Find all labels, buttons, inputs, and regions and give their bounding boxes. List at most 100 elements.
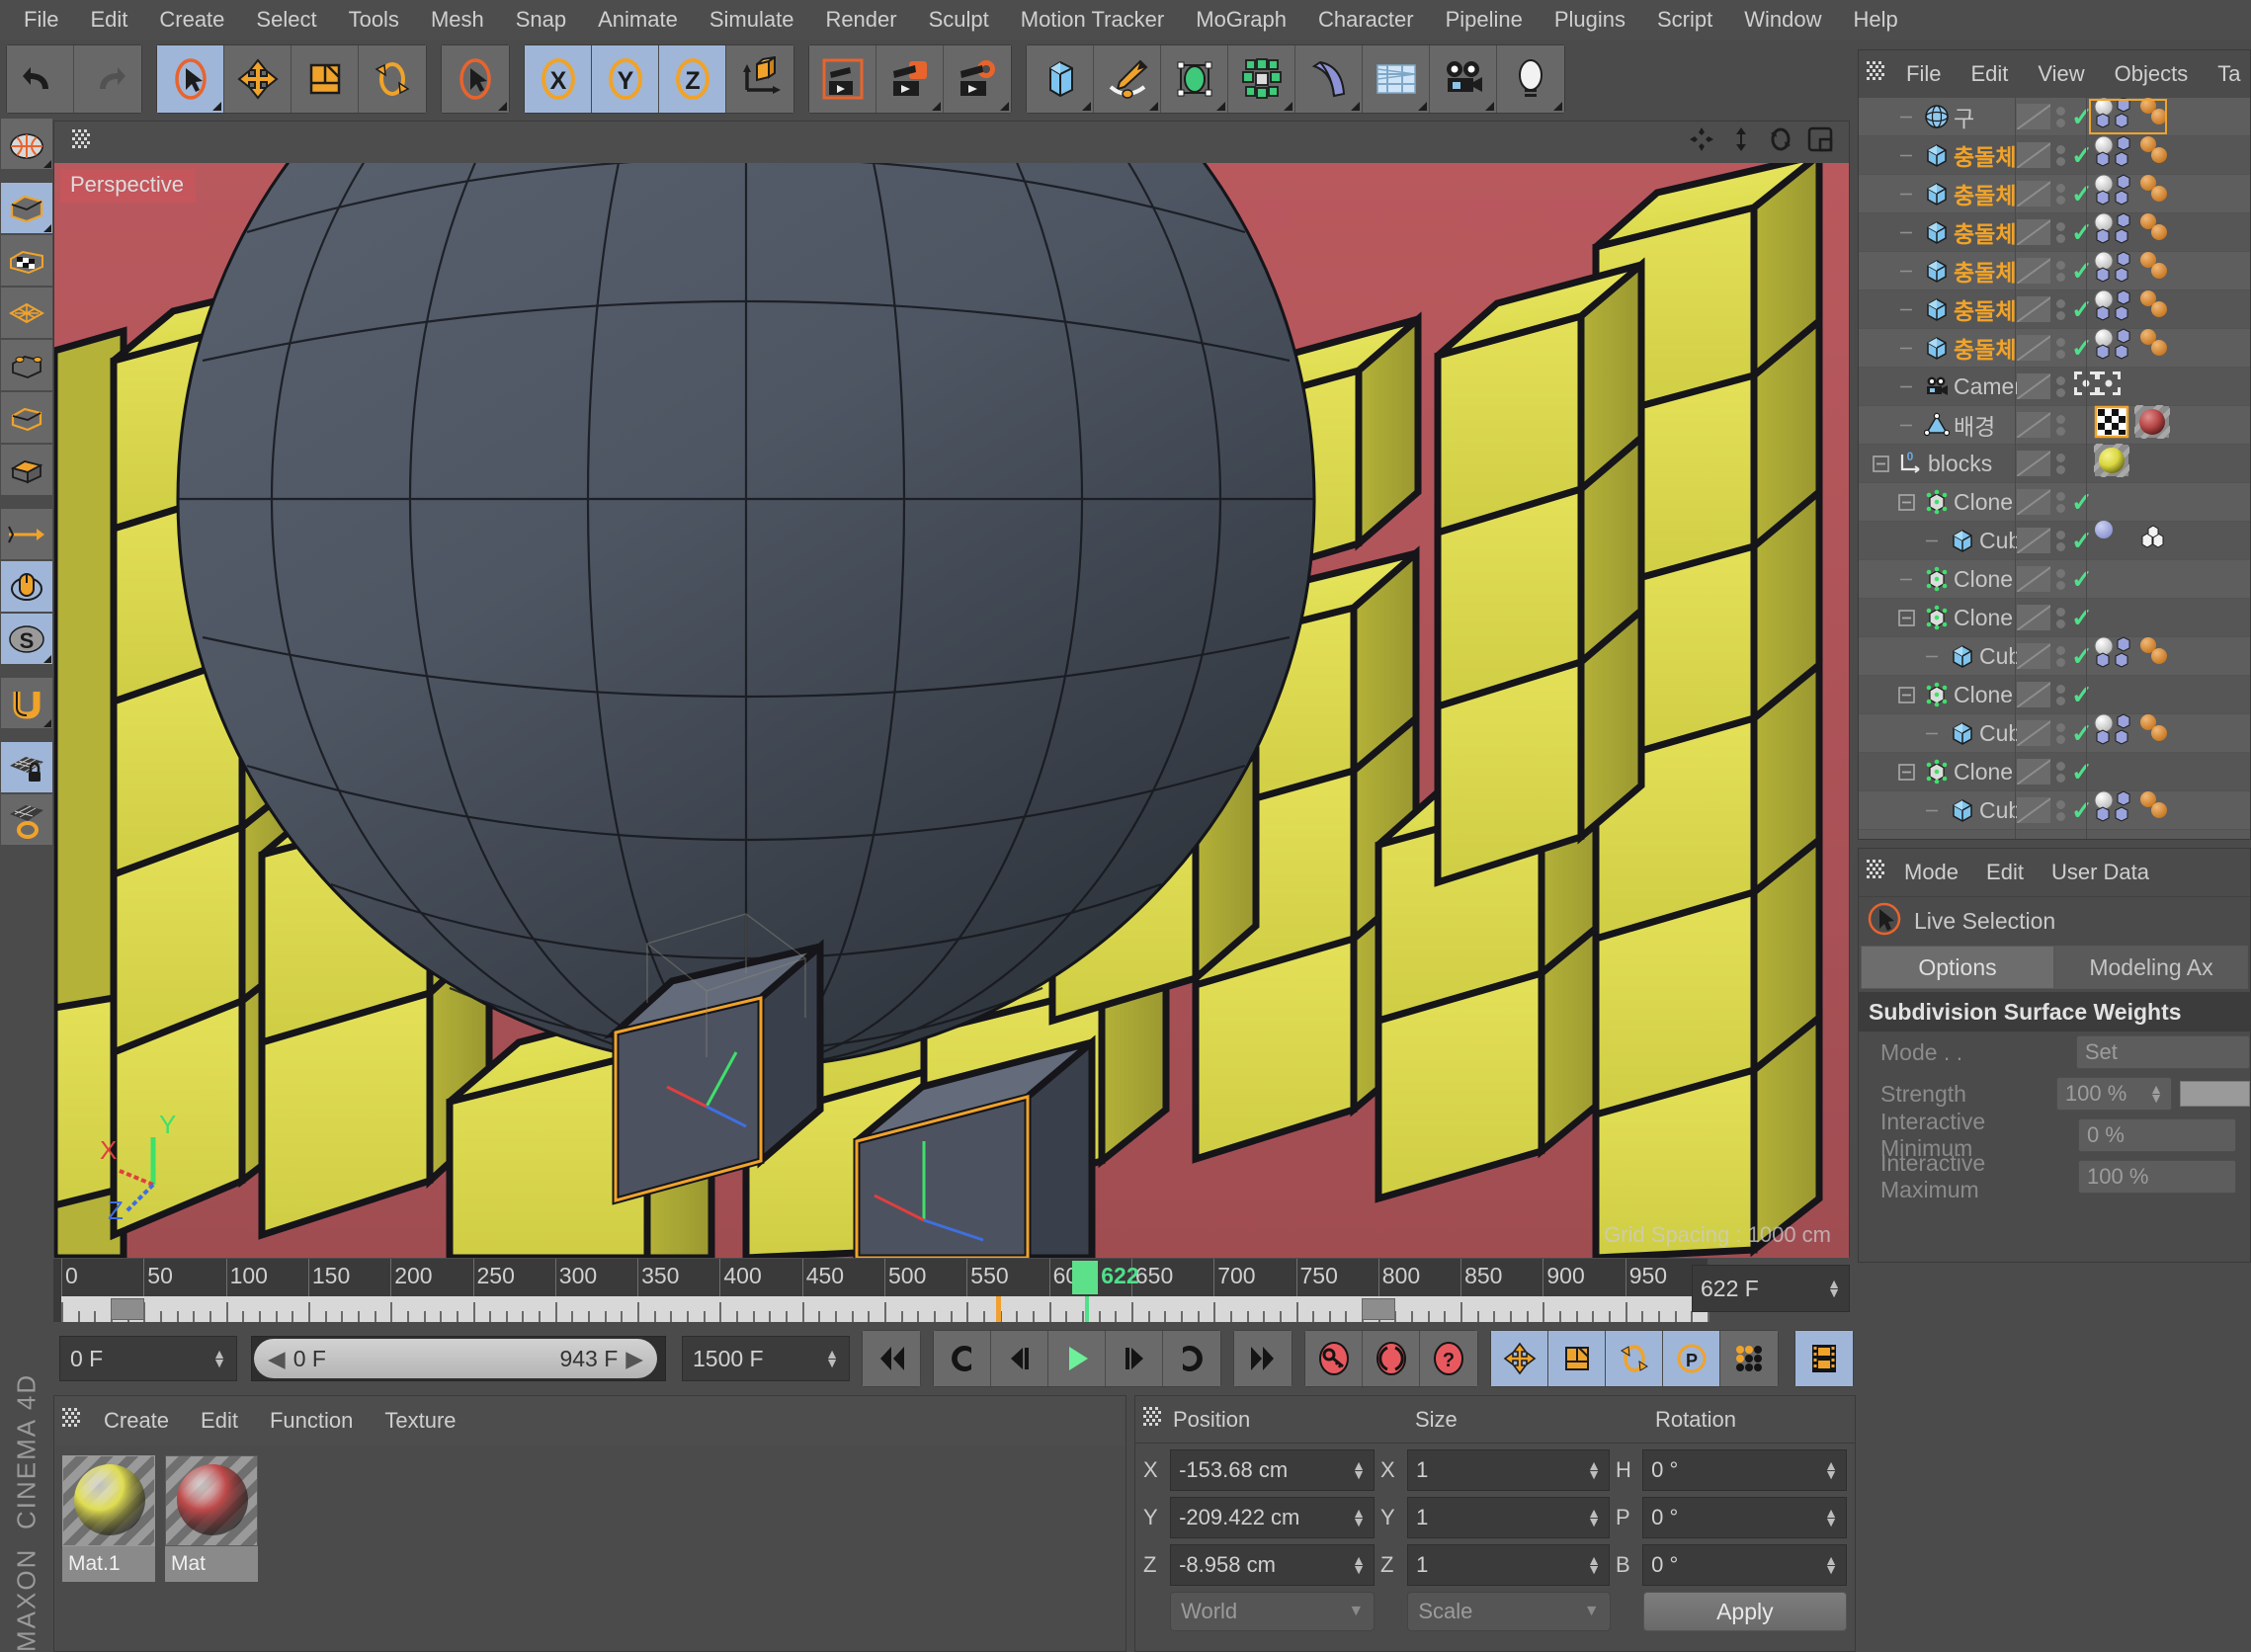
object-menu-ta[interactable]: Ta (2204, 61, 2251, 87)
attribute-grip-icon[interactable] (1867, 860, 1886, 885)
render-to-picture-viewer-button[interactable] (876, 45, 944, 113)
z-axis-lock-button[interactable]: Z (659, 45, 726, 113)
display-tag-icon[interactable] (2017, 605, 2050, 630)
go-to-start-button[interactable] (863, 1331, 920, 1386)
dynamics-tag-icon[interactable] (2138, 135, 2168, 175)
display-tag-icon[interactable] (2017, 335, 2050, 361)
material-grip-icon[interactable] (62, 1408, 82, 1434)
object-row[interactable]: 배경 (1859, 397, 2250, 445)
expander-collapse-icon[interactable] (1867, 454, 1894, 472)
object-row[interactable]: 충돌체2.1 ✓ (1859, 251, 2250, 290)
visibility-dots-icon[interactable] (2056, 414, 2065, 436)
menu-item-plugins[interactable]: Plugins (1539, 0, 1641, 40)
enabled-check-icon[interactable]: ✓ (2071, 566, 2093, 592)
scale-key-button[interactable] (1548, 1331, 1606, 1386)
visibility-dots-icon[interactable] (2056, 491, 2065, 513)
step-back-button[interactable] (991, 1331, 1048, 1386)
object-row[interactable]: Clone ✓ (1859, 676, 2250, 714)
move-tool-button[interactable] (224, 45, 292, 113)
sphere-tag-icon[interactable] (2094, 790, 2133, 830)
polygons-mode-button[interactable] (1, 392, 52, 444)
display-tag-icon[interactable] (2017, 759, 2050, 785)
coord-spinner-icon[interactable]: ▲ ▼ (1587, 1553, 1601, 1576)
yellow-material-tag-icon[interactable] (2086, 436, 2135, 483)
sphere-tag-icon[interactable] (2094, 174, 2133, 213)
menu-item-file[interactable]: File (8, 0, 74, 40)
expander-collapse-icon[interactable] (1892, 493, 1920, 511)
timeline-ruler-panel[interactable]: 0501001502002503003504004505005506006507… (53, 1259, 1709, 1322)
scene-environment-button[interactable] (1363, 45, 1430, 113)
object-row[interactable]: 구 ✓ (1859, 98, 2250, 136)
object-row[interactable]: 충돌체2.2 ✓ (1859, 212, 2250, 252)
y-axis-lock-button[interactable]: Y (592, 45, 659, 113)
expander-collapse-icon[interactable] (1892, 609, 1920, 626)
range-left-arrow-icon[interactable]: ◀ (268, 1346, 286, 1372)
menu-item-window[interactable]: Window (1728, 0, 1837, 40)
visibility-dots-icon[interactable] (2056, 568, 2065, 590)
scale-tool-button[interactable] (292, 45, 359, 113)
position-x-input[interactable]: -153.68 cm ▲ ▼ (1170, 1449, 1375, 1491)
rotate-tool-button[interactable] (359, 45, 426, 113)
timeline-scrollbar[interactable] (61, 1296, 1709, 1322)
dynamics-tag-icon[interactable] (2138, 713, 2168, 753)
autokeying-button[interactable] (1363, 1331, 1420, 1386)
menu-item-script[interactable]: Script (1641, 0, 1728, 40)
x-axis-lock-button[interactable]: X (525, 45, 592, 113)
zoom-icon[interactable] (1728, 126, 1754, 158)
visibility-dots-icon[interactable] (2056, 453, 2065, 474)
menu-item-mograph[interactable]: MoGraph (1180, 0, 1302, 40)
menu-item-sculpt[interactable]: Sculpt (913, 0, 1005, 40)
object-row[interactable]: 충돌체2.5 ✓ (1859, 135, 2250, 175)
coord-spinner-icon[interactable]: ▲ ▼ (1352, 1553, 1366, 1576)
camera-button[interactable] (1430, 45, 1497, 113)
step-forward-button[interactable] (1106, 1331, 1163, 1386)
points-mode-button[interactable] (1, 288, 52, 339)
enabled-check-icon[interactable]: ✓ (2071, 759, 2093, 785)
enabled-check-icon[interactable]: ✓ (2071, 605, 2093, 630)
display-tag-icon[interactable] (2017, 373, 2050, 399)
attribute-value-interactive-maximum[interactable]: 100 % (2078, 1160, 2236, 1194)
size-z-input[interactable]: 1 ▲ ▼ (1407, 1544, 1611, 1586)
texture-axis-mode-button[interactable] (1, 119, 52, 170)
material-item[interactable]: Mat.1 (62, 1455, 155, 1582)
size-y-input[interactable]: 1 ▲ ▼ (1407, 1497, 1611, 1538)
object-tree[interactable]: 구 ✓ 충돌체2.5 ✓ 충돌체2.3 ✓ 충돌체2.2 ✓ 충돌체2.1 ✓ 충돌체2 ✓ 충돌체 ✓ C… (1859, 98, 2250, 839)
dynamics-tag-icon[interactable] (2138, 636, 2168, 676)
object-row[interactable]: Cub ✓ (1859, 790, 2250, 830)
display-tag-icon[interactable] (2017, 296, 2050, 322)
menu-item-render[interactable]: Render (809, 0, 912, 40)
go-to-end-button[interactable] (1234, 1331, 1292, 1386)
menu-item-create[interactable]: Create (143, 0, 240, 40)
dynamics-tag-icon[interactable] (2138, 98, 2168, 136)
object-menu-file[interactable]: File (1892, 61, 1955, 87)
display-tag-icon[interactable] (2017, 181, 2050, 206)
display-tag-icon[interactable] (2017, 682, 2050, 707)
timeline-range-handle-right[interactable] (1362, 1298, 1396, 1320)
object-row[interactable]: 충돌체 ✓ (1859, 328, 2250, 368)
menu-item-motion-tracker[interactable]: Motion Tracker (1005, 0, 1181, 40)
maximize-icon[interactable] (1807, 126, 1833, 158)
attribute-tab-modeling-ax[interactable]: Modeling Ax (2054, 946, 2248, 989)
rotation-p-input[interactable]: 0 ° ▲ ▼ (1642, 1497, 1847, 1538)
coordinates-grip-icon[interactable] (1143, 1406, 1163, 1433)
undo-button[interactable] (7, 45, 74, 113)
material-item[interactable]: Mat (165, 1455, 258, 1582)
viewport-3d-canvas[interactable]: Perspective Grid Spacing : 1000 cm Y X Z (54, 163, 1849, 1258)
timeline-ruler[interactable]: 0501001502002503003504004505005506006507… (61, 1259, 1708, 1296)
object-row[interactable]: 충돌체2 ✓ (1859, 289, 2250, 329)
workplane-rotate-button[interactable] (1, 794, 52, 846)
cube-primitive-button[interactable] (1027, 45, 1094, 113)
coord-spinner-icon[interactable]: ▲ ▼ (1824, 1506, 1838, 1528)
object-row[interactable]: Cub ✓ (1859, 521, 2250, 560)
attribute-menu-mode[interactable]: Mode (1890, 860, 1972, 885)
current-frame-display[interactable]: 622 F ▲ ▼ (1692, 1265, 1850, 1312)
object-menu-view[interactable]: View (2024, 61, 2098, 87)
red-material-tag-icon[interactable] (2126, 397, 2176, 445)
enabled-check-icon[interactable]: ✓ (2071, 682, 2093, 707)
menu-item-mesh[interactable]: Mesh (415, 0, 500, 40)
menu-item-select[interactable]: Select (240, 0, 332, 40)
visibility-dots-icon[interactable] (2056, 722, 2065, 744)
frame-spinner-icon[interactable]: ▲ ▼ (1827, 1277, 1841, 1299)
menu-item-snap[interactable]: Snap (500, 0, 582, 40)
attribute-value-strength[interactable]: 100 % ▲ ▼ (2055, 1077, 2172, 1111)
